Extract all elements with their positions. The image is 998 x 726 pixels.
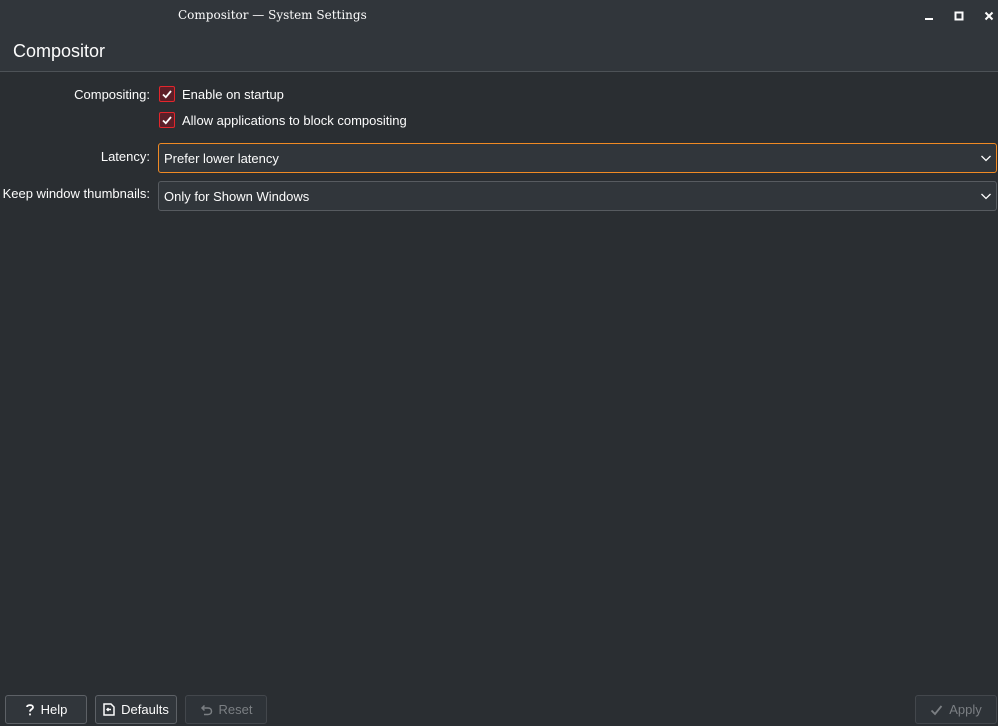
reset-button[interactable]: Reset <box>185 695 267 724</box>
minimize-icon[interactable] <box>921 8 937 24</box>
document-revert-icon <box>103 703 115 716</box>
apply-button[interactable]: Apply <box>915 695 997 724</box>
checkbox-checked-icon[interactable] <box>159 112 175 128</box>
page-header: Compositor <box>0 32 998 72</box>
thumbnails-combobox[interactable]: Only for Shown Windows <box>158 181 997 211</box>
allow-block-compositing-checkbox[interactable]: Allow applications to block compositing <box>159 112 407 128</box>
chevron-down-icon <box>981 155 991 162</box>
checkmark-icon <box>930 704 943 716</box>
help-button[interactable]: Help <box>5 695 87 724</box>
undo-icon <box>200 704 213 716</box>
thumbnails-label: Keep window thumbnails: <box>2 186 150 201</box>
reset-label: Reset <box>218 702 253 717</box>
latency-label: Latency: <box>100 149 150 164</box>
enable-on-startup-label[interactable]: Enable on startup <box>182 87 284 102</box>
settings-window: Compositor — System Settings Compositor … <box>0 0 998 726</box>
title-bar[interactable]: Compositor — System Settings <box>0 0 998 32</box>
defaults-label: Defaults <box>121 702 169 717</box>
maximize-icon[interactable] <box>951 8 967 24</box>
close-icon[interactable] <box>981 8 997 24</box>
window-title: Compositor — System Settings <box>178 8 367 22</box>
defaults-button[interactable]: Defaults <box>95 695 177 724</box>
apply-label: Apply <box>949 702 982 717</box>
thumbnails-value: Only for Shown Windows <box>164 189 310 204</box>
enable-on-startup-checkbox[interactable]: Enable on startup <box>159 86 284 102</box>
page-title: Compositor <box>13 41 106 61</box>
latency-combobox[interactable]: Prefer lower latency <box>158 143 997 173</box>
allow-block-compositing-label[interactable]: Allow applications to block compositing <box>182 113 407 128</box>
chevron-down-icon <box>981 193 991 200</box>
checkbox-checked-icon[interactable] <box>159 86 175 102</box>
latency-value: Prefer lower latency <box>164 151 279 166</box>
help-icon <box>25 703 35 717</box>
compositing-label: Compositing: <box>74 87 150 102</box>
help-label: Help <box>40 702 68 717</box>
